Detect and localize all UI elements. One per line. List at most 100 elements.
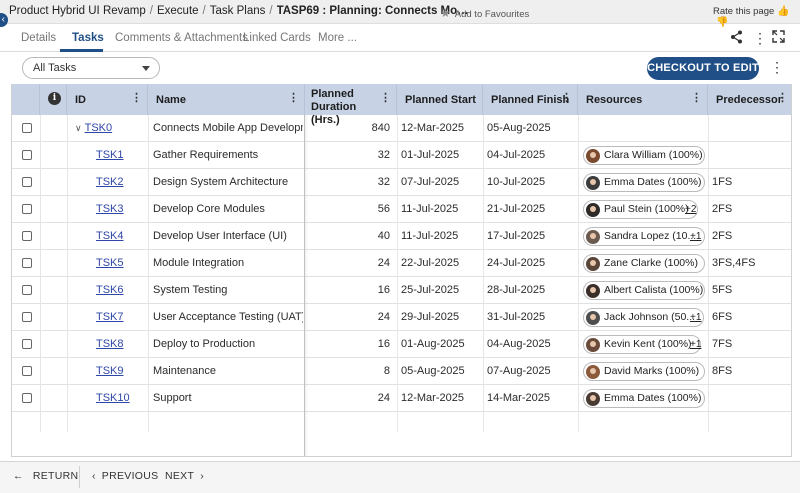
row-checkbox[interactable] [22,366,32,376]
table-row[interactable]: ∨TSK0 Connects Mobile App Development 840 1… [12,115,791,142]
tab-linked-cards[interactable]: Linked Cards [243,32,311,44]
avatar [586,176,600,190]
finish-cell: 14-Mar-2025 [487,392,550,404]
table-row[interactable]: TSK9 Maintenance 8 05-Aug-2025 07-Aug-2025 Da… [12,358,791,385]
table-row[interactable]: TSK8 Deploy to Production 16 01-Aug-2025 04-… [12,331,791,358]
info-icon[interactable]: i [48,92,61,105]
header-start[interactable]: Planned Start [397,84,483,115]
header-duration[interactable]: Planned Duration (Hrs.) ⋮ [305,84,397,126]
table-row[interactable]: TSK7 User Acceptance Testing (UAT) 24 29-Ju… [12,304,791,331]
id-cell: TSK7 [96,304,148,331]
task-id-link[interactable]: TSK4 [96,230,124,242]
task-id-link[interactable]: TSK2 [96,176,124,188]
resource-label: Clara William (100%) [604,149,703,161]
row-checkbox[interactable] [22,285,32,295]
table-row[interactable]: TSK4 Develop User Interface (UI) 40 11-Jul-… [12,223,791,250]
duration-cell: 24 [377,392,390,404]
checkout-to-edit-button[interactable]: CHECKOUT TO EDIT [647,57,759,80]
resource-chip[interactable]: Sandra Lopez (10... [583,227,705,246]
column-menu-icon[interactable]: ⋮ [380,91,391,104]
header-resources[interactable]: Resources ⋮ [578,84,708,115]
breadcrumb-item[interactable]: Execute [157,5,199,17]
avatar [586,392,600,406]
id-cell: TSK10 [96,385,148,412]
table-row[interactable]: TSK1 Gather Requirements 32 01-Jul-2025 04-J… [12,142,791,169]
more-resources-link[interactable]: +2 [685,196,696,223]
task-id-link[interactable]: TSK6 [96,284,124,296]
column-menu-icon[interactable]: ⋮ [777,91,788,104]
thumbs-up-icon[interactable]: 👍 [777,6,789,17]
row-checkbox[interactable] [22,258,32,268]
column-menu-icon[interactable]: ⋮ [131,91,142,104]
add-to-favourites[interactable]: ★ Add to Favourites [440,6,529,20]
row-checkbox[interactable] [22,339,32,349]
resource-chip[interactable]: Albert Calista (100%) [583,281,705,300]
id-cell: TSK9 [96,358,148,385]
grid-header: i ID ⋮ Name ⋮ Planned Duration (Hrs.) ⋮ Pla… [12,84,791,126]
table-row[interactable]: TSK10 Support 24 12-Mar-2025 14-Mar-2025 Emma… [12,385,791,412]
predecessor-cell: 8FS [712,365,733,377]
breadcrumb-item[interactable]: Task Plans [210,5,266,17]
task-id-link[interactable]: TSK10 [96,392,130,404]
resource-chip[interactable]: David Marks (100%) [583,362,705,381]
more-resources-link[interactable]: +1 [690,331,701,358]
row-checkbox[interactable] [22,150,32,160]
row-checkbox[interactable] [22,231,32,241]
table-row[interactable]: TSK3 Develop Core Modules 56 11-Jul-2025 21-… [12,196,791,223]
previous-button[interactable]: ‹ PREVIOUS [92,470,158,482]
start-cell: 12-Mar-2025 [401,392,464,404]
table-row[interactable]: TSK5 Module Integration 24 22-Jul-2025 24-Ju… [12,250,791,277]
tab-comments-attachments[interactable]: Comments & Attachments [115,32,248,44]
tab-more[interactable]: More ... [318,32,357,44]
finish-cell: 17-Jul-2025 [487,230,546,242]
more-resources-link[interactable]: +1 [690,223,701,250]
task-id-link[interactable]: TSK9 [96,365,124,377]
tab-details[interactable]: Details [21,32,56,44]
table-row[interactable]: TSK2 Design System Architecture 32 07-Jul-2… [12,169,791,196]
start-cell: 05-Aug-2025 [401,365,465,377]
breadcrumb-separator: / [149,5,153,17]
task-filter-dropdown[interactable]: All Tasks [22,57,160,79]
collapse-chevron-icon[interactable]: ∨ [75,123,82,133]
resource-chip[interactable]: Jack Johnson (50... [583,308,705,327]
row-checkbox[interactable] [22,312,32,322]
more-options-icon[interactable]: ⋮ [753,30,767,47]
expand-icon[interactable] [772,30,785,46]
resource-chip[interactable]: Zane Clarke (100%) [583,254,705,273]
tab-actions: ⋮ [728,30,788,46]
start-cell: 01-Aug-2025 [401,338,465,350]
resource-chip[interactable]: Emma Dates (100%) [583,173,705,192]
toolbar-more-icon[interactable]: ⋮ [770,59,784,76]
breadcrumb-item[interactable]: Product Hybrid UI Revamp [9,5,146,17]
row-checkbox[interactable] [22,204,32,214]
resource-chip[interactable]: Clara William (100%) [583,146,705,165]
row-checkbox[interactable] [22,123,32,133]
task-id-link[interactable]: TSK7 [96,311,124,323]
task-id-link[interactable]: TSK5 [96,257,124,269]
more-resources-link[interactable]: +1 [690,304,701,331]
column-menu-icon[interactable]: ⋮ [561,91,572,104]
row-checkbox[interactable] [22,393,32,403]
tab-tasks[interactable]: Tasks [72,32,104,44]
column-menu-icon[interactable]: ⋮ [691,91,702,104]
duration-cell: 24 [377,311,390,323]
next-button[interactable]: NEXT › [165,470,204,482]
resource-chip[interactable]: Emma Dates (100%) [583,389,705,408]
row-checkbox[interactable] [22,177,32,187]
task-id-link[interactable]: TSK8 [96,338,124,350]
return-button[interactable]: ← RETURN [13,470,78,482]
column-menu-icon[interactable]: ⋮ [288,91,299,104]
resource-chip[interactable]: Paul Stein (100%) [583,200,698,219]
header-finish[interactable]: Planned Finish ⋮ [483,84,578,115]
task-id-link[interactable]: TSK1 [96,149,124,161]
header-predecessor[interactable]: Predecessor ⋮ [708,84,791,115]
task-id-link[interactable]: TSK0 [85,122,113,134]
resource-chip[interactable]: Kevin Kent (100%) [583,335,701,354]
table-row[interactable]: TSK6 System Testing 16 25-Jul-2025 28-Jul-20… [12,277,791,304]
tab-bar: Details Tasks Comments & Attachments Lin… [0,24,800,52]
header-name[interactable]: Name ⋮ [148,84,305,115]
task-id-link[interactable]: TSK3 [96,203,124,215]
share-icon[interactable] [730,30,743,47]
header-id[interactable]: ID ⋮ [67,84,148,115]
active-tab-indicator [60,49,103,52]
